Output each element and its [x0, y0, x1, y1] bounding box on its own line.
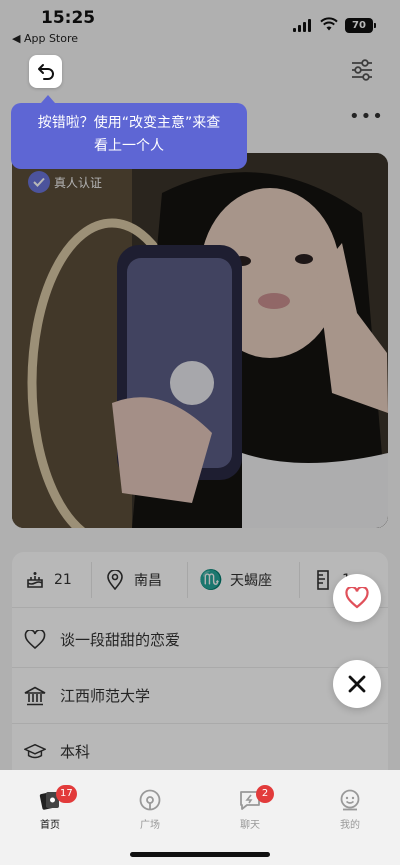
tab-home-label: 首页 [40, 820, 60, 831]
attributes-row: 21 南昌 ♏ 天蝎座 1 [12, 552, 388, 608]
sliders-icon [352, 59, 372, 81]
profile-icon [338, 788, 362, 812]
city-value: 南昌 [134, 572, 162, 589]
cellular-signal-icon [293, 19, 313, 32]
tab-profile-label: 我的 [340, 820, 360, 831]
plaza-icon [138, 788, 162, 812]
undo-arrow-icon [37, 63, 54, 80]
tab-chat[interactable]: 聊天 2 [200, 770, 300, 840]
age-value: 21 [54, 571, 72, 588]
tab-profile[interactable]: 我的 [300, 770, 400, 840]
home-indicator [130, 852, 270, 857]
back-to-app-store-link[interactable]: ◀ App Store [12, 32, 78, 45]
school-row: 江西师范大学 [12, 668, 388, 724]
relationship-goal-row: 谈一段甜甜的恋爱 [12, 612, 388, 668]
like-button[interactable] [333, 574, 381, 622]
relationship-goal-text: 谈一段甜甜的恋爱 [60, 631, 181, 649]
heart-icon [345, 587, 369, 609]
status-bar: 15:25 ◀ App Store 70 [0, 0, 400, 48]
bottom-tab-bar: 首页 17 广场 聊天 2 我的 [0, 770, 400, 865]
wifi-icon [320, 17, 338, 31]
ruler-icon [312, 569, 334, 591]
university-building-icon [24, 685, 46, 707]
close-icon [348, 675, 366, 693]
tab-plaza[interactable]: 广场 [100, 770, 200, 840]
undo-hint-tooltip: 按错啦？使用“改变主意”来查 看上一个人 [11, 95, 247, 169]
dismiss-button[interactable] [333, 660, 381, 708]
chat-unread-badge: 2 [256, 785, 274, 803]
zodiac-value: 天蝎座 [230, 572, 272, 589]
tooltip-line-1: 按错啦？使用“改变主意”来查 [37, 115, 221, 131]
profile-info-card: 21 南昌 ♏ 天蝎座 1 谈一段甜甜的恋爱 江西师范大学 [12, 552, 388, 782]
tab-chat-label: 聊天 [240, 820, 260, 831]
verified-badge: 真人认证 [28, 170, 102, 194]
education-text: 本科 [60, 743, 91, 761]
home-unread-badge: 17 [56, 785, 77, 803]
heart-outline-icon [24, 629, 46, 651]
school-text: 江西师范大学 [60, 687, 151, 705]
battery-indicator: 70 [345, 18, 376, 33]
age-attribute: 21 [12, 561, 92, 598]
filter-button[interactable] [348, 56, 376, 84]
verified-label: 真人认证 [54, 175, 103, 190]
scorpio-icon: ♏ [199, 569, 223, 591]
undo-button[interactable] [29, 55, 62, 88]
city-attribute: 南昌 [92, 561, 188, 598]
check-icon [28, 171, 50, 193]
more-options-button[interactable]: ••• [349, 106, 383, 127]
tooltip-line-2: 看上一个人 [94, 138, 164, 154]
profile-photo[interactable] [12, 153, 388, 528]
zodiac-attribute: ♏ 天蝎座 [188, 561, 300, 598]
tab-home[interactable]: 首页 17 [0, 770, 100, 840]
more-dots-icon: ••• [349, 106, 384, 127]
location-pin-icon [104, 569, 126, 591]
status-time: 15:25 [41, 8, 96, 28]
graduation-cap-icon [24, 741, 46, 763]
tab-plaza-label: 广场 [140, 820, 160, 831]
birthday-cake-icon [24, 569, 46, 591]
